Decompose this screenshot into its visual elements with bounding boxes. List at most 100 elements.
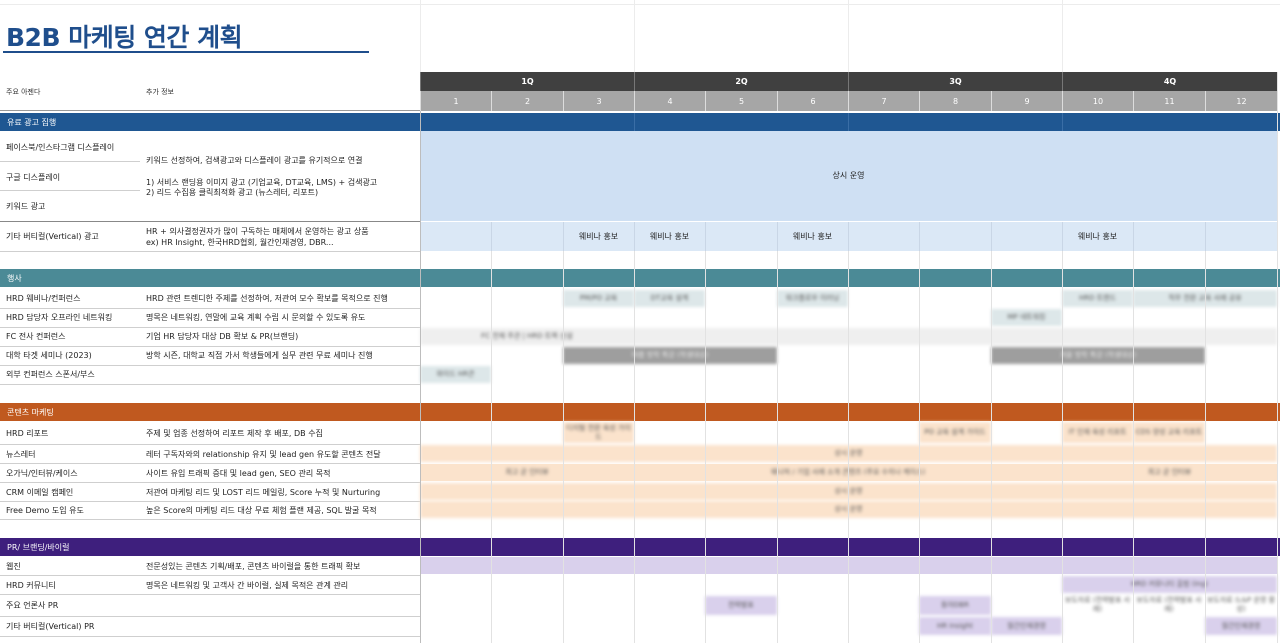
- cell-text: 웨비나 홍보: [649, 231, 690, 241]
- event-cell: FC 전체 주관 | HRD 트랙 신설: [481, 332, 573, 341]
- gridline: [1205, 251, 1206, 643]
- month-header: 1: [420, 91, 491, 111]
- row-label: HRD 담당자 오프라인 네트워킹: [6, 313, 113, 322]
- row-info: ex) HR Insight, 한국HRD협회, 월간인재경영, DBR...: [146, 238, 334, 247]
- gridline: [1062, 222, 1063, 251]
- row-label: 웹진: [6, 562, 21, 571]
- row-divider: [0, 501, 420, 502]
- row-divider: [0, 221, 420, 222]
- row-label: HRD 커뮤니티: [6, 581, 56, 590]
- section-content-marketing: 콘텐츠 마케팅: [0, 403, 1280, 421]
- row-info: HR + 의사결정권자가 많이 구독하는 매체에서 운영하는 광고 상품: [146, 227, 369, 236]
- pr-cell: 전략발표: [705, 596, 777, 615]
- header-rule: [0, 110, 420, 111]
- row-label: 대학 타겟 세미나 (2023): [6, 351, 92, 360]
- row-divider: [0, 575, 420, 576]
- section-events: 행사: [0, 269, 1280, 287]
- event-cell: PM/PO 교육: [563, 290, 634, 307]
- gridline: [848, 0, 849, 72]
- cell-text: 상시 운영: [832, 171, 865, 181]
- month-header: 12: [1205, 91, 1277, 111]
- row-label: HRD 리포트: [6, 429, 49, 438]
- event-cell: DT교육 설계: [634, 290, 705, 307]
- gridline: [705, 222, 706, 251]
- quarter-header: 1Q: [420, 72, 634, 91]
- pr-cell: 보도자료 (L&P 운영 활성): [1206, 596, 1276, 613]
- month-header: 6: [777, 91, 848, 111]
- month-header: 3: [563, 91, 634, 111]
- row-divider: [0, 463, 420, 464]
- event-cell: 겨울 방학 특강 (학생대상): [991, 347, 1205, 364]
- gridline: [563, 251, 564, 643]
- month-header: 7: [848, 91, 919, 111]
- title-underline: [3, 51, 369, 53]
- content-cell: PO 교육 설계 가이드: [919, 422, 991, 443]
- gridline: [0, 4, 1280, 5]
- gridline: [1277, 72, 1278, 643]
- row-info: 명목은 네트워킹, 연말에 교육 계획 수립 시 문의할 수 있도록 유도: [146, 313, 366, 322]
- row-info: 사이트 유입 트래픽 증대 및 lead gen, SEO 관리 목적: [146, 469, 331, 478]
- pr-cell: 월간인재경영: [1205, 617, 1277, 635]
- gridline: [848, 222, 849, 251]
- row-info: 주제 및 업종 선정하여 리포트 제작 후 배포, DB 수집: [146, 429, 323, 438]
- row-info: 저관여 마케팅 리드 및 LOST 리드 메일링, Score 누적 및 Nur…: [146, 488, 381, 497]
- webinar-promo-cell: 웨비나 홍보: [563, 222, 634, 251]
- row-divider: [0, 346, 420, 347]
- cell-text: 웨비나 홍보: [792, 231, 833, 241]
- gridline: [848, 251, 849, 643]
- gridline: [991, 222, 992, 251]
- event-cell: MP 네트워킹: [991, 309, 1062, 326]
- gridline: [1062, 251, 1063, 643]
- month-header: 8: [919, 91, 991, 111]
- row-label: Free Demo 도입 유도: [6, 506, 84, 515]
- row-label: 기타 버티컬(Vertical) 광고: [6, 232, 99, 241]
- row-label: 외부 컨퍼런스 스폰서/부스: [6, 370, 95, 379]
- row-label: 오가닉/인터뷰/케이스: [6, 469, 78, 478]
- gridline: [919, 222, 920, 251]
- section-pr-branding: PR/ 브랜딩/바이럴: [0, 538, 1280, 556]
- month-header: 5: [705, 91, 777, 111]
- row-divider: [0, 308, 420, 309]
- row-divider: [0, 519, 420, 520]
- row-divider: [0, 190, 140, 191]
- webinar-promo-cell: 웨비나 홍보: [777, 222, 848, 251]
- section-paid-ads: 유료 광고 집행: [0, 113, 1280, 131]
- row-label: 페이스북/인스타그램 디스플레이: [6, 143, 115, 152]
- gridline: [991, 251, 992, 643]
- webinar-promo-cell: 웨비나 홍보: [634, 222, 705, 251]
- row-label: HRD 웨비나/컨퍼런스: [6, 294, 81, 303]
- gridline: [491, 222, 492, 251]
- gridline: [634, 251, 635, 643]
- row-divider: [0, 444, 420, 445]
- gridline: [634, 222, 635, 251]
- section-title: 콘텐츠 마케팅: [7, 407, 54, 417]
- row-divider: [0, 636, 420, 637]
- gridline: [777, 222, 778, 251]
- section-title: PR/ 브랜딩/바이럴: [7, 542, 70, 552]
- row-label: 기타 버티컬(Vertical) PR: [6, 622, 95, 631]
- gridline: [777, 251, 778, 643]
- row-info: 2) 리드 수집용 클릭최적화 광고 (뉴스레터, 리포트): [146, 188, 319, 197]
- event-cell: HRD 트렌드: [1062, 290, 1133, 307]
- row-label: 주요 언론사 PR: [6, 601, 59, 610]
- row-info: 키워드 선정하여, 검색광고와 디스플레이 광고를 유기적으로 연결: [146, 156, 363, 165]
- content-cell: 최고 곧 인터뷰: [1147, 468, 1192, 477]
- gridline: [1133, 251, 1134, 643]
- row-divider: [0, 616, 420, 617]
- pr-cell: 월간인재경영: [991, 617, 1062, 635]
- gridline: [634, 0, 635, 72]
- row-divider: [0, 482, 420, 483]
- row-divider: [0, 161, 140, 162]
- gridline: [1062, 0, 1063, 72]
- row-label: FC 전사 컨퍼런스: [6, 332, 66, 341]
- row-info: 전문성있는 콘텐츠 기획/배포, 콘텐츠 바이럴을 통한 트래픽 확보: [146, 562, 361, 571]
- row-info: HRD 관련 트렌디한 주제를 선정하여, 저관여 모수 확보를 목적으로 진행: [146, 294, 388, 303]
- event-cell: 워크플로우 이러닝: [777, 290, 848, 307]
- content-cell: 최고 곧 인터뷰: [505, 468, 549, 477]
- gridline: [491, 251, 492, 643]
- agenda-header: 주요 아젠다: [6, 88, 41, 96]
- content-cell: IT 인재 육성 리포트: [1062, 422, 1133, 443]
- content-cell: 디지털 전환 육성 가이드: [563, 422, 634, 443]
- gridline: [634, 113, 635, 131]
- cell-text: 웨비나 홍보: [1077, 231, 1118, 241]
